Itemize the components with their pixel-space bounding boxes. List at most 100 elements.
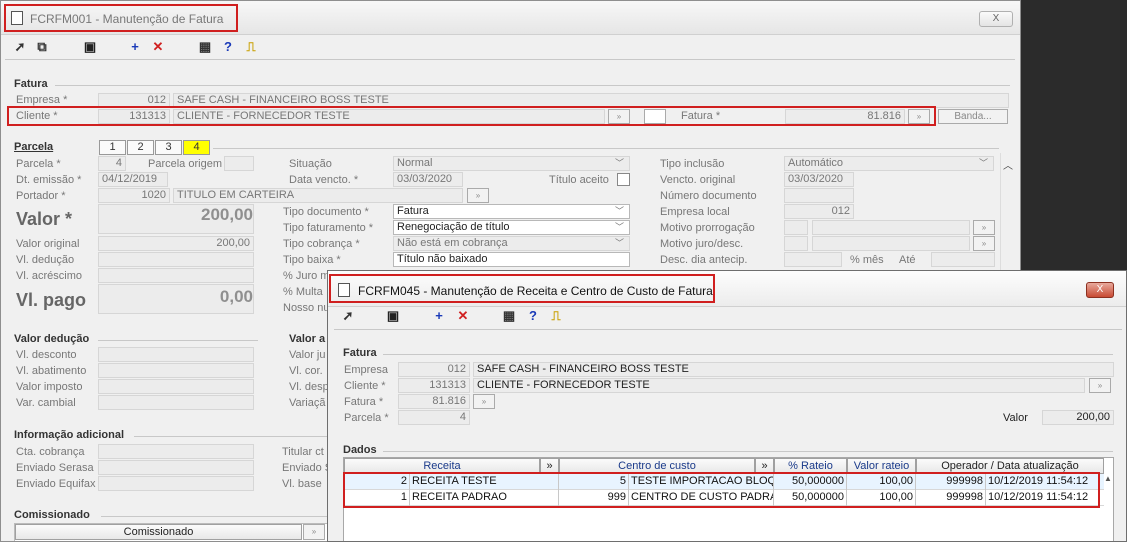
dialog-valor-label: Valor <box>1003 412 1028 424</box>
toolbar-divider <box>5 59 1015 60</box>
motivo-juro-code[interactable] <box>784 236 808 251</box>
banda-button[interactable]: Banda... <box>938 109 1008 124</box>
dados-section: Dados <box>343 444 377 456</box>
fatura-section: Fatura <box>14 78 48 90</box>
copy-icon[interactable]: ⧉ <box>34 39 50 55</box>
tab-parcela-1[interactable]: 1 <box>99 140 126 155</box>
tipo-inclusao-chevron-icon: ﹀ <box>979 158 989 168</box>
tipo-documento-chevron-icon: ﹀ <box>615 206 625 216</box>
dialog-window: FCRFM045 - Manutenção de Receita e Centr… <box>327 270 1127 542</box>
portador-lookup-button[interactable]: » <box>467 188 489 203</box>
numero-documento-field[interactable] <box>784 188 854 203</box>
situacao-select[interactable]: Normal <box>393 156 630 171</box>
nav-arrow-icon[interactable]: ➚ <box>340 308 356 324</box>
motivo-juro-label: Motivo juro/desc. <box>660 238 744 250</box>
tab-parcela-2[interactable]: 2 <box>127 140 154 155</box>
dialog-fatura-lookup[interactable]: » <box>473 394 495 409</box>
data-vencto-field[interactable]: 03/03/2020 <box>393 172 463 187</box>
titulo-aceito-label: Título aceito <box>549 174 609 186</box>
comissionado-section: Comissionado <box>14 509 90 521</box>
grid-scroll-up-icon[interactable]: ▲ <box>1104 474 1114 490</box>
exit-icon[interactable]: ⎍ <box>243 39 259 55</box>
titulo-aceito-checkbox[interactable] <box>617 173 630 186</box>
dt-emissao-field[interactable]: 04/12/2019 <box>98 172 168 187</box>
fatura-field[interactable]: 81.816 <box>785 109 905 124</box>
cliente-lookup-button[interactable]: » <box>608 109 630 124</box>
portador-name-field: TITULO EM CARTEIRA <box>173 188 463 203</box>
portador-code-field[interactable]: 1020 <box>98 188 170 203</box>
scroll-up-icon[interactable]: ︿ <box>1003 157 1013 172</box>
save-icon[interactable]: ▣ <box>82 39 98 55</box>
calculator-icon[interactable]: ▦ <box>197 39 213 55</box>
dialog-cliente-label: Cliente * <box>344 380 386 392</box>
comissionado-col-header[interactable]: Comissionado <box>15 524 302 540</box>
tipo-documento-select[interactable]: Fatura <box>393 204 630 219</box>
valor-field-box <box>98 204 254 234</box>
comissionado-lookup[interactable]: » <box>303 524 325 540</box>
vl-pago-field-box <box>98 284 254 314</box>
nosso-numero-label: Nosso nu <box>283 302 330 314</box>
help-icon[interactable]: ? <box>220 39 236 55</box>
motivo-prorrogacao-lookup[interactable]: » <box>973 220 995 235</box>
enviado-equifax-label: Enviado Equifax <box>16 478 96 490</box>
vl-pago-label: Vl. pago <box>16 290 87 310</box>
tipo-documento-label: Tipo documento * <box>283 206 369 218</box>
situacao-chevron-icon: ﹀ <box>615 158 625 168</box>
dialog-valor-field: 200,00 <box>1042 410 1114 425</box>
empresa-local-label: Empresa local <box>660 206 730 218</box>
add-icon[interactable]: + <box>431 308 447 324</box>
help-icon[interactable]: ? <box>525 308 541 324</box>
tipo-inclusao-label: Tipo inclusão <box>660 158 725 170</box>
vl-acrescimo-label: Vl. acréscimo <box>16 270 83 282</box>
exit-icon[interactable]: ⎍ <box>548 308 564 324</box>
desc-dia-antecip-field[interactable] <box>784 252 842 267</box>
numero-documento-label: Número documento <box>660 190 757 202</box>
vencto-original-label: Vencto. original <box>660 174 736 186</box>
cta-cobranca-label: Cta. cobrança <box>16 446 85 458</box>
save-icon[interactable]: ▣ <box>385 308 401 324</box>
tipo-baixa-label: Tipo baixa * <box>283 254 341 266</box>
tipo-cobranca-chevron-icon: ﹀ <box>615 238 625 248</box>
delete-icon[interactable]: ✕ <box>150 39 166 55</box>
motivo-juro-lookup[interactable]: » <box>973 236 995 251</box>
titular-label: Titular ct <box>282 446 324 458</box>
delete-icon[interactable]: ✕ <box>455 308 471 324</box>
dialog-cliente-name: CLIENTE - FORNECEDOR TESTE <box>473 378 1085 393</box>
nav-arrow-icon[interactable]: ➚ <box>12 39 28 55</box>
dialog-fatura-section: Fatura <box>343 347 377 359</box>
dialog-parcela-label: Parcela * <box>344 412 389 424</box>
cliente-extra-button[interactable] <box>644 109 666 124</box>
tab-parcela-3[interactable]: 3 <box>155 140 182 155</box>
info-adicional-section: Informação adicional <box>14 429 125 441</box>
dialog-cliente-lookup[interactable]: » <box>1089 378 1111 393</box>
document-icon <box>338 283 350 297</box>
main-close-button[interactable]: X <box>979 11 1013 27</box>
tipo-cobranca-select[interactable]: Não está em cobrança <box>393 236 630 251</box>
tipo-inclusao-select[interactable]: Automático <box>784 156 994 171</box>
dialog-empresa-code: 012 <box>398 362 470 377</box>
calculator-icon[interactable]: ▦ <box>501 308 517 324</box>
vl-abatimento-label: Vl. abatimento <box>16 365 87 377</box>
valor-label: Valor * <box>16 209 73 229</box>
dados-section-line <box>383 451 1113 452</box>
document-icon <box>11 11 23 25</box>
parcela-field[interactable]: 4 <box>98 156 126 171</box>
enviado-s-label: Enviado S <box>282 462 333 474</box>
dialog-fatura-line <box>383 354 1113 355</box>
rows-highlight <box>343 472 1100 508</box>
tab-parcela-4[interactable]: 4 <box>183 140 210 155</box>
add-icon[interactable]: + <box>127 39 143 55</box>
dialog-empresa-name: SAFE CASH - FINANCEIRO BOSS TESTE <box>473 362 1114 377</box>
valor-imposto-field <box>98 379 254 394</box>
dialog-close-button[interactable]: X <box>1086 282 1114 298</box>
fatura-lookup-button[interactable]: » <box>908 109 930 124</box>
parcela-origem-field[interactable] <box>224 156 254 171</box>
parcela-section-line <box>213 148 999 149</box>
tipo-faturamento-select[interactable]: Renegociação de título <box>393 220 630 235</box>
motivo-prorrogacao-label: Motivo prorrogação <box>660 222 755 234</box>
motivo-prorrogacao-code[interactable] <box>784 220 808 235</box>
cliente-code-field[interactable]: 131313 <box>98 109 170 124</box>
empresa-local-field[interactable]: 012 <box>784 204 854 219</box>
enviado-equifax-field <box>98 476 254 491</box>
ate-field[interactable] <box>931 252 995 267</box>
